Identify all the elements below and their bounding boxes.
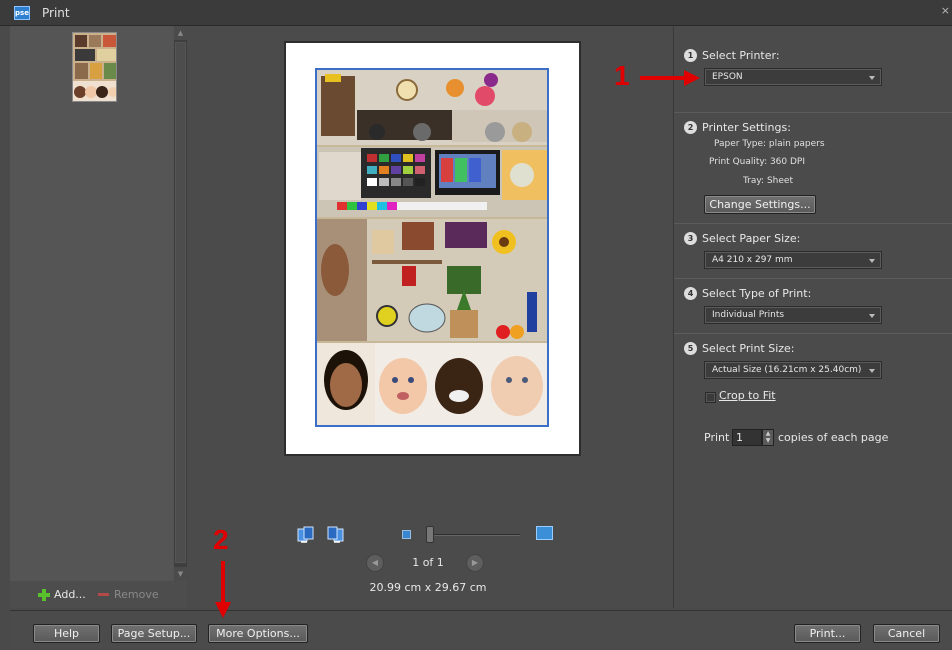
cancel-button[interactable]: Cancel — [873, 624, 940, 643]
select-printer-label: Select Printer: — [702, 49, 780, 62]
step-number: 5 — [684, 342, 697, 355]
print-size-dropdown[interactable]: Actual Size (16.21cm x 25.40cm) — [704, 361, 882, 379]
print-quality-text: Print Quality: 360 DPI — [709, 157, 806, 167]
thumbnail-panel: ▲ ▼ Add... Remove — [10, 26, 187, 608]
bottom-button-bar: Help Page Setup... More Options... Print… — [10, 610, 952, 650]
zoom-in-icon[interactable] — [536, 526, 553, 540]
paper-type-text: Paper Type: plain papers — [714, 139, 825, 149]
printer-settings-section: 2 Printer Settings: Paper Type: plain pa… — [674, 113, 952, 224]
type-of-print-dropdown[interactable]: Individual Prints — [704, 306, 882, 324]
scroll-down-icon[interactable]: ▼ — [174, 567, 187, 581]
print-button[interactable]: Print... — [794, 624, 861, 643]
step-number: 4 — [684, 287, 697, 300]
rotate-left-icon[interactable] — [297, 526, 315, 544]
annotation-arrow-1-shaft — [640, 76, 686, 80]
type-of-print-label: Select Type of Print: — [702, 287, 812, 300]
chevron-down-icon — [869, 76, 875, 80]
paper-size-label: Select Paper Size: — [702, 232, 801, 245]
type-of-print-section: 4 Select Type of Print: Individual Print… — [674, 279, 952, 334]
annotation-arrow-1-head — [684, 70, 700, 86]
scroll-up-icon[interactable]: ▲ — [174, 26, 187, 40]
printer-section: 1 Select Printer: EPSON — [674, 26, 952, 113]
page-preview — [284, 41, 581, 456]
plus-icon — [38, 588, 50, 601]
annotation-number-1: 1 — [614, 60, 630, 91]
minus-icon — [98, 593, 109, 596]
chevron-down-icon — [869, 369, 875, 373]
preview-area: ◀ 1 of 1 ▶ 20.99 cm x 29.67 cm — [188, 26, 672, 608]
chevron-down-icon — [869, 259, 875, 263]
paper-size-value: A4 210 x 297 mm — [712, 255, 793, 265]
add-label: Add... — [54, 588, 86, 601]
window-title: Print — [42, 6, 70, 20]
next-page-button[interactable]: ▶ — [466, 554, 484, 572]
crop-to-fit-checkbox[interactable] — [705, 392, 716, 403]
annotation-arrow-2-head — [215, 602, 231, 618]
print-size-value: Actual Size (16.21cm x 25.40cm) — [712, 365, 862, 375]
page-setup-button[interactable]: Page Setup... — [111, 624, 197, 643]
title-bar: pse Print × — [0, 0, 952, 26]
page-count: 1 of 1 — [412, 556, 444, 569]
annotation-arrow-2-shaft — [221, 561, 225, 607]
copies-suffix-label: copies of each page — [778, 431, 889, 444]
remove-photos-button[interactable]: Remove — [98, 588, 159, 601]
select-printer-heading: 1 Select Printer: — [684, 49, 780, 62]
close-icon[interactable]: × — [941, 4, 950, 17]
app-icon: pse — [14, 6, 30, 20]
step-number: 1 — [684, 49, 697, 62]
copies-stepper[interactable]: ▲ ▼ — [762, 429, 774, 446]
zoom-slider[interactable] — [426, 534, 520, 536]
change-settings-button[interactable]: Change Settings... — [704, 195, 816, 214]
print-size-label: Select Print Size: — [702, 342, 795, 355]
settings-panel: 1 Select Printer: EPSON 2 Printer Settin… — [673, 26, 952, 608]
printer-dropdown[interactable]: EPSON — [704, 68, 882, 86]
tray-text: Tray: Sheet — [743, 176, 793, 186]
annotation-number-2: 2 — [213, 524, 229, 555]
help-button[interactable]: Help — [33, 624, 100, 643]
thumbnail-list — [10, 26, 173, 581]
zoom-out-icon[interactable] — [402, 530, 411, 539]
previous-page-button[interactable]: ◀ — [366, 554, 384, 572]
scroll-thumb[interactable] — [175, 42, 186, 563]
step-number: 2 — [684, 121, 697, 134]
rotate-right-icon[interactable] — [326, 526, 344, 544]
photo-preview[interactable] — [315, 68, 549, 427]
paper-size-dropdown[interactable]: A4 210 x 297 mm — [704, 251, 882, 269]
more-options-button[interactable]: More Options... — [208, 624, 308, 643]
printer-settings-heading: 2 Printer Settings: — [684, 121, 791, 134]
zoom-slider-thumb[interactable] — [426, 526, 434, 543]
thumbnail-scrollbar[interactable]: ▲ ▼ — [174, 26, 187, 581]
print-size-heading: 5 Select Print Size: — [684, 342, 795, 355]
type-of-print-heading: 4 Select Type of Print: — [684, 287, 811, 300]
paper-dimensions: 20.99 cm x 29.67 cm — [369, 581, 487, 594]
remove-label: Remove — [114, 588, 159, 601]
copies-prefix-label: Print — [704, 431, 730, 444]
thumbnail-footer: Add... Remove — [10, 581, 187, 608]
step-number: 3 — [684, 232, 697, 245]
printer-value: EPSON — [712, 72, 743, 82]
copies-input[interactable]: 1 — [732, 429, 762, 446]
paper-size-heading: 3 Select Paper Size: — [684, 232, 800, 245]
crop-to-fit-label[interactable]: Crop to Fit — [719, 389, 776, 402]
paper-size-section: 3 Select Paper Size: A4 210 x 297 mm — [674, 224, 952, 279]
chevron-down-icon — [869, 314, 875, 318]
printer-settings-label: Printer Settings: — [702, 121, 791, 134]
add-photos-button[interactable]: Add... — [38, 588, 86, 601]
type-of-print-value: Individual Prints — [712, 310, 785, 320]
photo-thumbnail[interactable] — [72, 32, 117, 102]
